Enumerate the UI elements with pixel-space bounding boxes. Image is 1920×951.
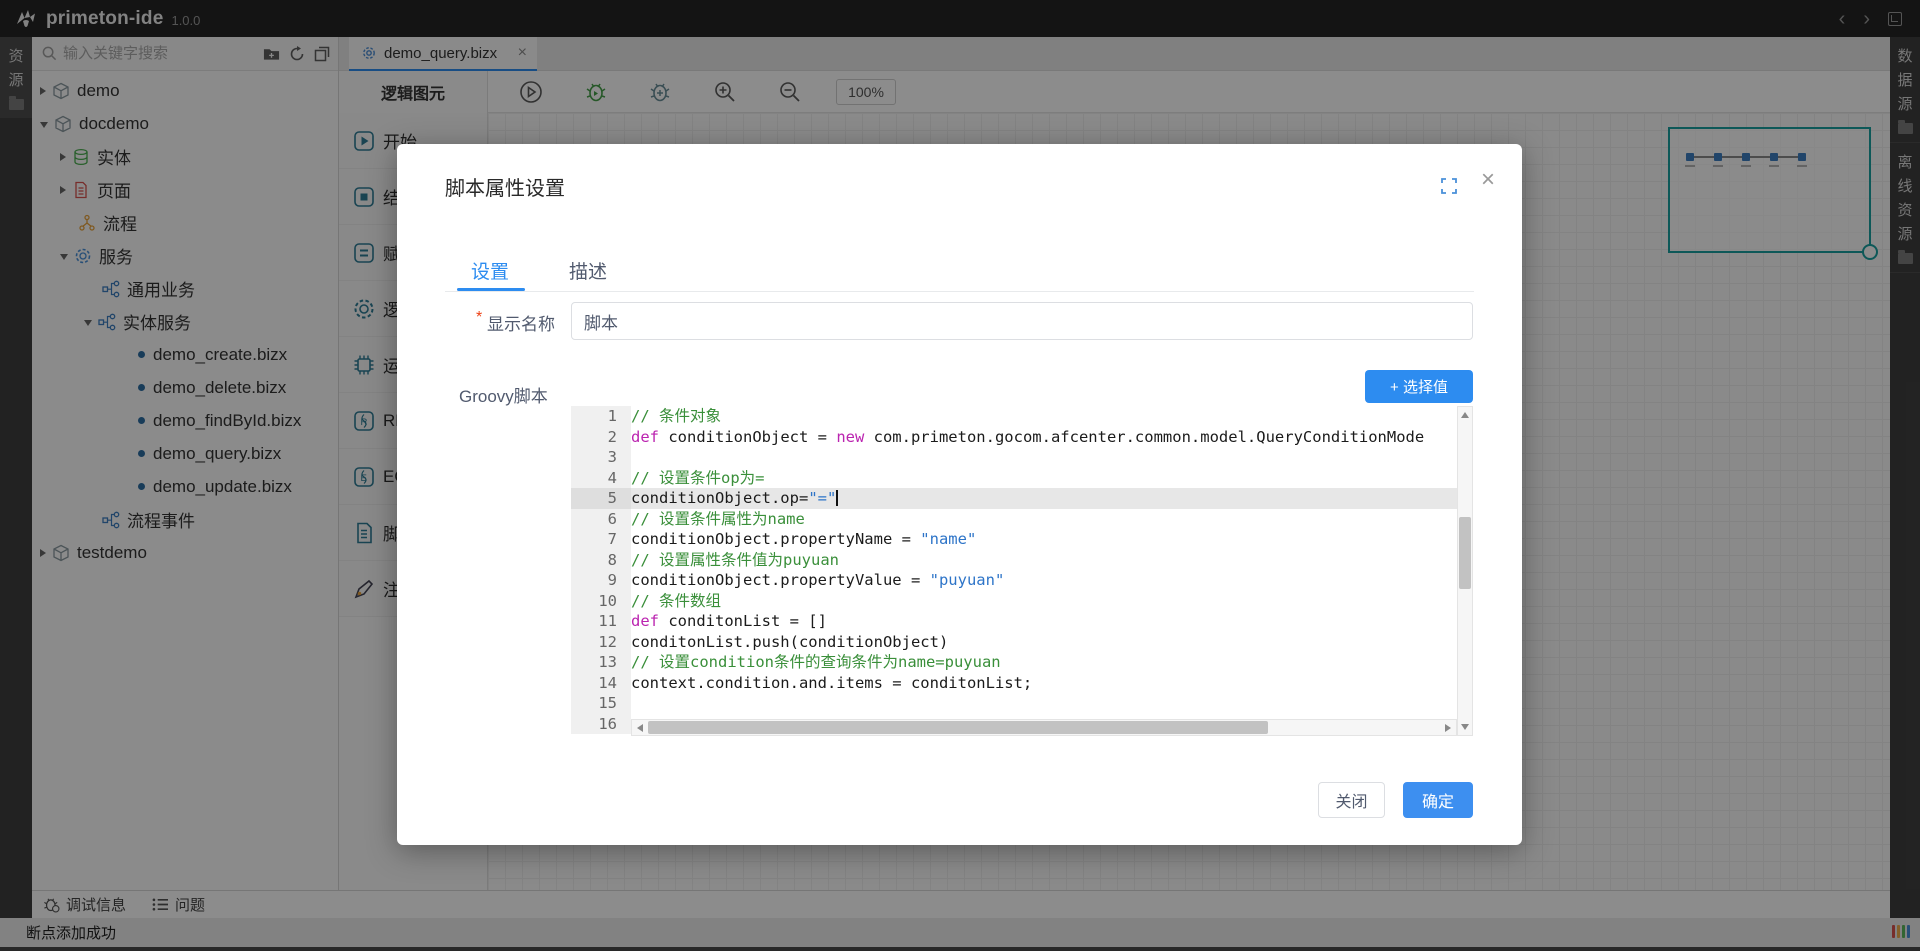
line-number: 16 (571, 714, 631, 735)
code-line-9[interactable]: 9conditionObject.propertyValue = "puyuan… (571, 570, 1473, 591)
line-number: 5 (571, 488, 631, 509)
line-number: 14 (571, 673, 631, 694)
fullscreen-icon[interactable] (1441, 178, 1457, 194)
vertical-scrollbar[interactable] (1457, 406, 1473, 736)
line-number: 6 (571, 509, 631, 530)
line-number: 11 (571, 611, 631, 632)
code-text: context.condition.and.items = conditonLi… (631, 673, 1473, 694)
code-text: // 条件数组 (631, 591, 1473, 612)
display-name-input[interactable] (571, 302, 1473, 340)
code-line-6[interactable]: 6// 设置条件属性为name (571, 509, 1473, 530)
code-line-12[interactable]: 12conditonList.push(conditionObject) (571, 632, 1473, 653)
required-asterisk: * (476, 309, 482, 327)
code-line-11[interactable]: 11def conditonList = [] (571, 611, 1473, 632)
code-text: def conditonList = [] (631, 611, 1473, 632)
code-text: conditonList.push(conditionObject) (631, 632, 1473, 653)
code-line-14[interactable]: 14context.condition.and.items = conditon… (571, 673, 1473, 694)
line-number: 9 (571, 570, 631, 591)
code-line-10[interactable]: 10// 条件数组 (571, 591, 1473, 612)
code-line-5[interactable]: 5conditionObject.op="=" (571, 488, 1473, 509)
horizontal-scroll-thumb[interactable] (648, 721, 1268, 734)
line-number: 3 (571, 447, 631, 468)
code-text: // 设置条件op为= (631, 468, 1473, 489)
scroll-right-icon[interactable] (1445, 724, 1451, 732)
code-text: // 设置条件属性为name (631, 509, 1473, 530)
code-line-1[interactable]: 1// 条件对象 (571, 406, 1473, 427)
code-text: conditionObject.propertyValue = "puyuan" (631, 570, 1473, 591)
active-tab-indicator (457, 288, 525, 291)
code-line-7[interactable]: 7conditionObject.propertyName = "name" (571, 529, 1473, 550)
code-text: conditionObject.propertyName = "name" (631, 529, 1473, 550)
line-number: 15 (571, 693, 631, 714)
code-line-8[interactable]: 8// 设置属性条件值为puyuan (571, 550, 1473, 571)
dialog-tab-settings[interactable]: 设置 (471, 257, 509, 284)
line-number: 13 (571, 652, 631, 673)
dialog-close-icon[interactable]: × (1481, 168, 1495, 192)
close-button[interactable]: 关闭 (1318, 782, 1385, 818)
code-text: // 设置属性条件值为puyuan (631, 550, 1473, 571)
vertical-scroll-thumb[interactable] (1459, 517, 1471, 589)
groovy-code-editor[interactable]: 1// 条件对象2def conditionObject = new com.p… (571, 406, 1473, 736)
scroll-up-icon[interactable] (1461, 412, 1469, 418)
code-line-4[interactable]: 4// 设置条件op为= (571, 468, 1473, 489)
code-text: // 设置condition条件的查询条件为name=puyuan (631, 652, 1473, 673)
line-number: 8 (571, 550, 631, 571)
scroll-left-icon[interactable] (637, 724, 643, 732)
line-number: 10 (571, 591, 631, 612)
display-name-label: 显示名称 (487, 310, 555, 335)
code-text: // 条件对象 (631, 406, 1473, 427)
line-number: 1 (571, 406, 631, 427)
ok-button[interactable]: 确定 (1403, 782, 1473, 818)
code-text (631, 693, 1473, 714)
code-line-15[interactable]: 15 (571, 693, 1473, 714)
code-text (631, 447, 1473, 468)
choose-value-button[interactable]: + 选择值 (1365, 370, 1473, 403)
dialog-tab-description[interactable]: 描述 (569, 257, 607, 284)
scroll-down-icon[interactable] (1461, 724, 1469, 730)
code-text: def conditionObject = new com.primeton.g… (631, 427, 1473, 448)
script-properties-dialog: 脚本属性设置 × 设置 描述 * 显示名称 Groovy脚本 + 选择值 1//… (397, 144, 1522, 845)
code-text: conditionObject.op="=" (631, 488, 1473, 509)
line-number: 7 (571, 529, 631, 550)
line-number: 4 (571, 468, 631, 489)
dialog-title: 脚本属性设置 (445, 172, 565, 201)
line-number: 2 (571, 427, 631, 448)
code-line-3[interactable]: 3 (571, 447, 1473, 468)
groovy-script-label: Groovy脚本 (459, 382, 548, 407)
code-line-13[interactable]: 13// 设置condition条件的查询条件为name=puyuan (571, 652, 1473, 673)
horizontal-scrollbar[interactable] (631, 719, 1457, 736)
tab-divider (445, 291, 1474, 292)
text-cursor (836, 490, 838, 506)
line-number: 12 (571, 632, 631, 653)
code-line-2[interactable]: 2def conditionObject = new com.primeton.… (571, 427, 1473, 448)
